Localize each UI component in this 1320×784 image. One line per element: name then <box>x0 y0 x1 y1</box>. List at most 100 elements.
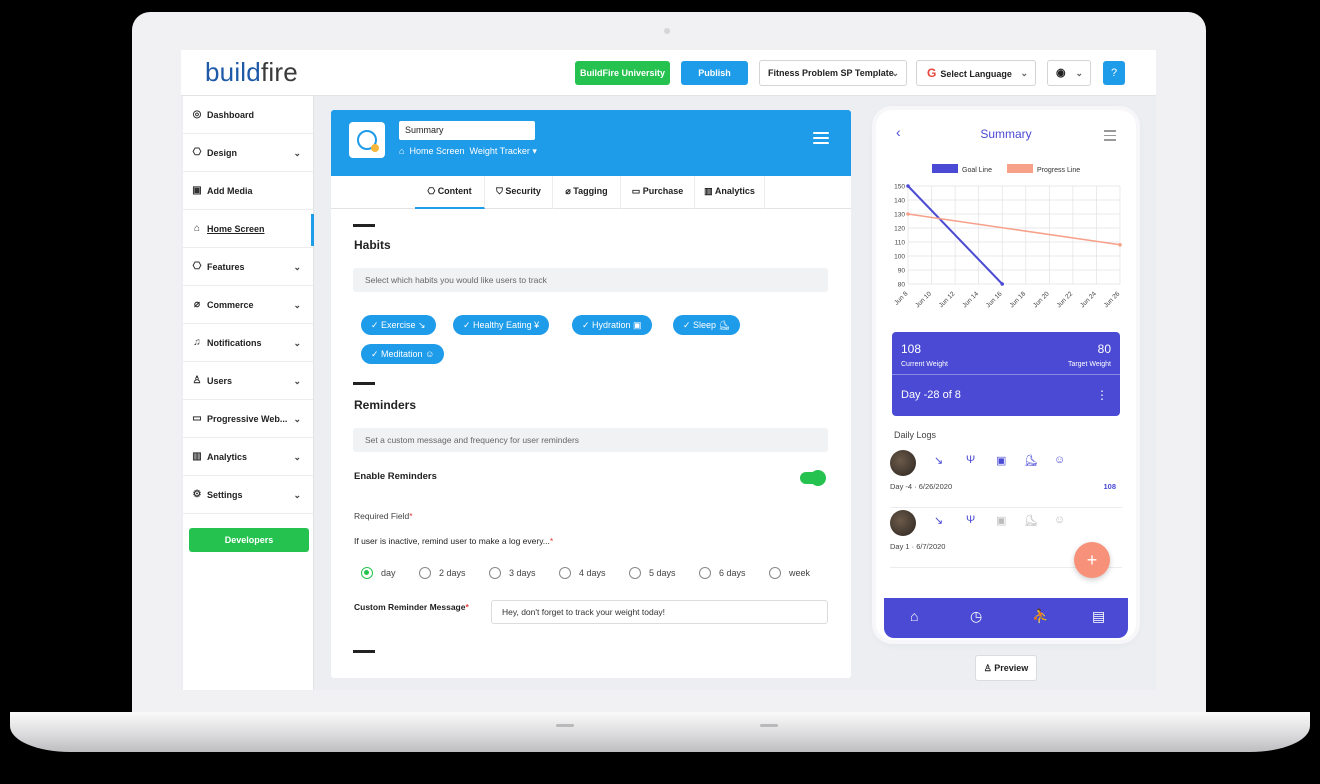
add-log-button[interactable]: + <box>1074 542 1110 578</box>
tab-tagging[interactable]: ⌀ Tagging <box>553 176 621 209</box>
developers-button[interactable]: Developers <box>189 528 309 552</box>
habit-chip-fork-knife[interactable]: ✓ Healthy Eating ¥ <box>453 315 550 335</box>
tab-label: Purchase <box>642 186 684 196</box>
sidebar-item-label: Notifications <box>207 338 262 348</box>
laptop-base <box>10 712 1310 752</box>
section-divider <box>353 224 375 227</box>
preview-label: Preview <box>994 663 1029 673</box>
tab-security[interactable]: ⛉ Security <box>485 176 553 209</box>
sidebar-item-settings[interactable]: ⚙ Settings ⌄ <box>183 476 313 514</box>
sidebar-item-label: Analytics <box>207 452 248 462</box>
y-tick-label: 130 <box>894 212 905 219</box>
google-icon: G <box>927 66 937 80</box>
custom-message-input[interactable]: Hey, don't forget to track your weight t… <box>491 600 828 624</box>
tab-label: Content <box>437 186 472 196</box>
sidebar-item-features[interactable]: ⎔ Features ⌄ <box>183 248 313 286</box>
person-icon: ♙ <box>983 663 992 673</box>
y-tick-label: 110 <box>895 240 906 247</box>
sidebar-item-media[interactable]: ▣ Add Media <box>183 172 313 210</box>
sidebar-item-users[interactable]: ♙ Users ⌄ <box>183 362 313 400</box>
chevron-down-icon: ⌄ <box>293 148 301 158</box>
sidebar-item-label: Commerce <box>207 300 254 310</box>
x-tick-label: Jun 20 <box>1032 290 1051 309</box>
journal-icon[interactable]: ▤ <box>1092 608 1105 625</box>
day-progress-text: Day -28 of 8 <box>901 389 961 401</box>
help-icon[interactable]: ? <box>1103 61 1125 85</box>
logo-build-text: build <box>205 57 261 87</box>
log-row[interactable]: ↘ Ψ ▣ ⛸ ☺ Day -4 · 6/26/2020 108 <box>890 450 1122 508</box>
frequency-option-day[interactable]: day <box>361 567 396 579</box>
radio-circle <box>361 567 373 579</box>
habit-chip-smile[interactable]: ✓ Meditation ☺ <box>361 344 445 364</box>
x-tick-label: Jun 16 <box>985 290 1004 309</box>
weight-summary-card: 108 Current Weight 80 Target Weight Day … <box>892 332 1120 416</box>
current-weight-value: 108 <box>901 342 922 356</box>
phone-title: Summary <box>980 127 1032 141</box>
run-icon[interactable]: ⛹ <box>1032 608 1049 625</box>
plugin-title-input[interactable]: Summary <box>399 121 535 140</box>
template-select[interactable]: Fitness Problem SP Template ⌄ <box>759 60 907 86</box>
tab-analytics[interactable]: ▥ Analytics <box>695 176 765 209</box>
tab-content[interactable]: ⎔ Content <box>415 176 485 209</box>
tab-analytics-icon: ▥ <box>704 186 713 196</box>
crumb-home: Home Screen <box>409 146 465 156</box>
settings-icon: ⚙ <box>192 489 202 500</box>
publish-button[interactable]: Publish <box>681 61 748 85</box>
frequency-option-6-days[interactable]: 6 days <box>699 567 746 579</box>
sidebar-item-label: Design <box>207 148 238 158</box>
language-select-value: Select Language <box>940 69 1012 79</box>
phone-bottom-nav: ⌂ ◷ ⛹ ▤ <box>884 598 1128 638</box>
caret-down-icon: ▾ <box>532 146 537 156</box>
x-tick-label: Jun 26 <box>1103 290 1122 309</box>
dashboard-icon: ◎ <box>192 109 202 120</box>
habit-chip-exercise[interactable]: ✓ Exercise ↘ <box>361 315 436 335</box>
user-menu[interactable]: ◉ ⌄ <box>1047 60 1091 86</box>
editor-tabs: ⎔ Content ⛉ Security ⌀ Tagging ▭ Purchase ▥ … <box>331 176 851 209</box>
menu-icon[interactable] <box>1104 130 1116 144</box>
breadcrumb[interactable]: ⌂ Home Screen Weight Tracker ▾ <box>399 146 537 157</box>
sidebar-item-pwa[interactable]: ▭ Progressive Web... ⌄ <box>183 400 313 438</box>
sidebar-item-label: Home Screen <box>207 224 265 234</box>
sidebar-item-palette[interactable]: ⎔ Design ⌄ <box>183 134 313 172</box>
bell-icon: ♫ <box>193 337 201 348</box>
frequency-option-2-days[interactable]: 2 days <box>419 567 466 579</box>
sidebar-item-home[interactable]: ⌂ Home Screen <box>183 210 314 248</box>
habit-chip-sleep[interactable]: ✓ Sleep ⛸ <box>673 315 740 335</box>
enable-reminders-toggle[interactable] <box>800 470 826 486</box>
frequency-option-5-days[interactable]: 5 days <box>629 567 676 579</box>
log-weight: 108 <box>1103 482 1116 491</box>
tab-purchase[interactable]: ▭ Purchase <box>621 176 695 209</box>
language-select[interactable]: G Select Language ⌄ <box>916 60 1036 86</box>
buildfire-logo[interactable]: buildfire <box>205 57 298 88</box>
habit-eating-icon: Ψ <box>966 454 976 466</box>
preview-button[interactable]: ♙ Preview <box>975 655 1037 681</box>
frequency-option-4-days[interactable]: 4 days <box>559 567 606 579</box>
tab-content-icon: ⎔ <box>427 186 436 196</box>
x-tick-label: Jun 18 <box>1008 290 1027 309</box>
log-date: Day -4 · 6/26/2020 <box>890 482 953 491</box>
timer-icon[interactable]: ◷ <box>970 608 982 625</box>
more-vertical-icon[interactable]: ⋮ <box>1096 388 1108 402</box>
habits-title: Habits <box>354 238 391 252</box>
app-screen: buildfire BuildFire University Publish F… <box>181 50 1156 690</box>
hamburger-menu-icon[interactable] <box>813 132 829 144</box>
sidebar-item-tag[interactable]: ⌀ Commerce ⌄ <box>183 286 313 324</box>
sidebar-item-analytics[interactable]: ▥ Analytics ⌄ <box>183 438 313 476</box>
tab-label: Security <box>505 186 541 196</box>
analytics-icon: ▥ <box>192 451 202 462</box>
x-tick-label: Jun 24 <box>1079 290 1098 309</box>
sidebar-item-dashboard[interactable]: ◎ Dashboard <box>183 96 313 134</box>
users-icon: ♙ <box>192 375 202 386</box>
habit-chip-cup[interactable]: ✓ Hydration ▣ <box>572 315 652 335</box>
avatar <box>890 510 916 536</box>
home-icon[interactable]: ⌂ <box>910 608 918 624</box>
plugin-icon[interactable] <box>349 122 385 158</box>
logo-fire-text: fire <box>260 57 298 87</box>
user-circle-icon: ◉ <box>1056 67 1066 79</box>
frequency-option-week[interactable]: week <box>769 567 810 579</box>
frequency-option-3-days[interactable]: 3 days <box>489 567 536 579</box>
buildfire-university-button[interactable]: BuildFire University <box>575 61 670 85</box>
habit-meditation-icon: ☺ <box>1054 514 1066 526</box>
sidebar-item-bell[interactable]: ♫ Notifications ⌄ <box>183 324 313 362</box>
tab-purchase-icon: ▭ <box>631 186 641 196</box>
